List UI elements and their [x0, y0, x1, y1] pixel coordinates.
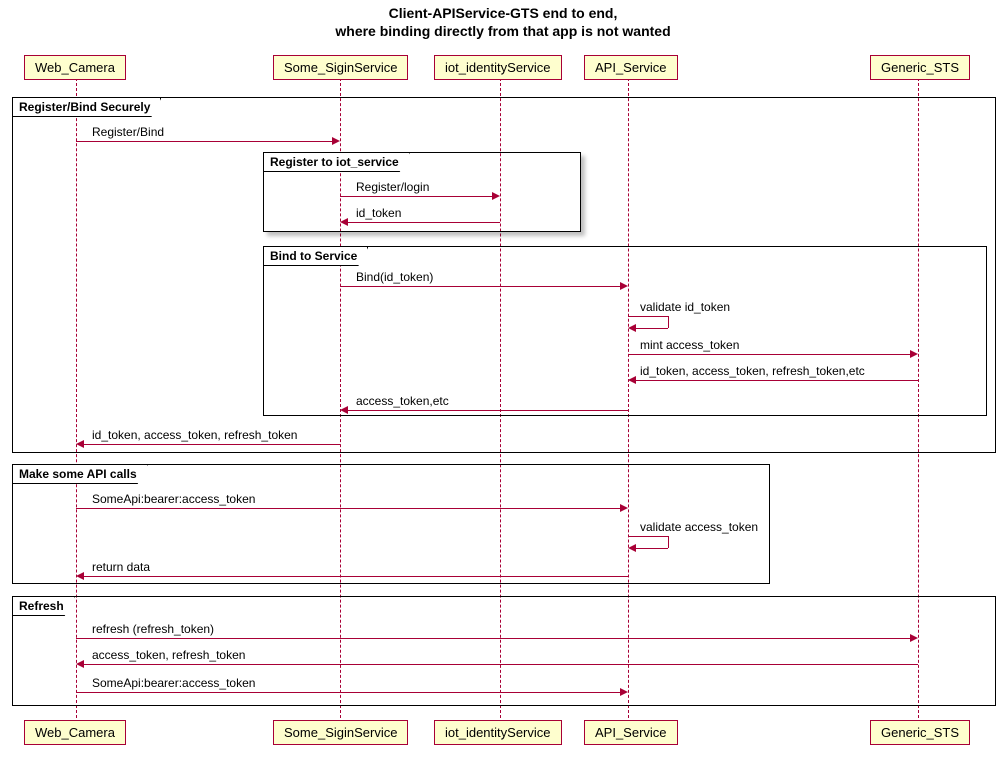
group-label-register-to-iot-service: Register to iot_service: [264, 153, 410, 172]
arrow-some-api-call-2: [76, 692, 620, 693]
group-label-bind-to-service: Bind to Service: [264, 247, 368, 266]
arrowhead-validate-id-token: [628, 324, 636, 332]
participant-iot-identityservice-top: iot_identityService: [434, 55, 562, 80]
arrowhead-mint-access-token: [910, 350, 918, 358]
title-line-1: Client-APIService-GTS end to end,: [389, 5, 618, 21]
arrowhead-return-data: [76, 572, 84, 580]
participant-some-siginservice-bottom: Some_SiginService: [273, 720, 408, 745]
arrow-register-bind: [76, 141, 332, 142]
arrowhead-id-token: [340, 218, 348, 226]
msg-refresh: refresh (refresh_token): [92, 622, 214, 636]
arrow-validate-access-token-out: [628, 536, 668, 537]
participant-iot-identityservice-bottom: iot_identityService: [434, 720, 562, 745]
arrow-refresh-tokens: [84, 664, 918, 665]
participant-api-service-top: API_Service: [584, 55, 678, 80]
msg-some-api-call-2: SomeApi:bearer:access_token: [92, 676, 255, 690]
msg-return-data: return data: [92, 560, 150, 574]
participant-generic-sts-top: Generic_STS: [870, 55, 970, 80]
msg-tokens-to-camera: id_token, access_token, refresh_token: [92, 428, 297, 442]
arrowhead-validate-access-token: [628, 544, 636, 552]
sequence-diagram: Client-APIService-GTS end to end, where …: [0, 0, 1006, 762]
arrowhead-tokens-to-camera: [76, 440, 84, 448]
arrow-register-login: [340, 196, 492, 197]
arrowhead-refresh: [910, 634, 918, 642]
participant-api-service-bottom: API_Service: [584, 720, 678, 745]
arrowhead-some-api-call-2: [620, 688, 628, 696]
group-label-refresh: Refresh: [13, 597, 75, 616]
msg-validate-id-token: validate id_token: [640, 300, 730, 314]
msg-register-login: Register/login: [356, 180, 429, 194]
arrow-validate-id-token-v: [668, 316, 669, 328]
msg-register-bind: Register/Bind: [92, 125, 164, 139]
arrow-access-token-etc: [348, 410, 628, 411]
group-label-register-bind-securely: Register/Bind Securely: [13, 98, 161, 117]
arrow-bind-id-token: [340, 286, 620, 287]
participant-generic-sts-bottom: Generic_STS: [870, 720, 970, 745]
arrowhead-tokens-from-sts: [628, 376, 636, 384]
arrow-mint-access-token: [628, 354, 910, 355]
arrowhead-access-token-etc: [340, 406, 348, 414]
participant-some-siginservice-top: Some_SiginService: [273, 55, 408, 80]
msg-refresh-tokens: access_token, refresh_token: [92, 648, 245, 662]
arrow-tokens-to-camera: [84, 444, 340, 445]
arrow-validate-access-token-back: [636, 548, 668, 549]
arrowhead-register-login: [492, 192, 500, 200]
diagram-title: Client-APIService-GTS end to end, where …: [0, 4, 1006, 40]
arrow-refresh: [76, 638, 910, 639]
arrow-id-token: [348, 222, 500, 223]
arrow-validate-id-token-out: [628, 316, 668, 317]
arrow-validate-access-token-v: [668, 536, 669, 548]
msg-bind-id-token: Bind(id_token): [356, 270, 433, 284]
msg-validate-access-token: validate access_token: [640, 520, 758, 534]
group-label-make-api-calls: Make some API calls: [13, 465, 148, 484]
msg-access-token-etc: access_token,etc: [356, 394, 449, 408]
msg-tokens-from-sts: id_token, access_token, refresh_token,et…: [640, 364, 865, 378]
participant-web-camera-bottom: Web_Camera: [24, 720, 126, 745]
participant-web-camera-top: Web_Camera: [24, 55, 126, 80]
arrowhead-bind-id-token: [620, 282, 628, 290]
arrow-some-api-call: [76, 508, 620, 509]
msg-mint-access-token: mint access_token: [640, 338, 739, 352]
arrow-return-data: [84, 576, 628, 577]
arrowhead-some-api-call: [620, 504, 628, 512]
msg-id-token: id_token: [356, 206, 401, 220]
arrowhead-register-bind: [332, 137, 340, 145]
arrow-tokens-from-sts: [636, 380, 918, 381]
arrow-validate-id-token-back: [636, 328, 668, 329]
arrowhead-refresh-tokens: [76, 660, 84, 668]
title-line-2: where binding directly from that app is …: [335, 23, 670, 39]
msg-some-api-call: SomeApi:bearer:access_token: [92, 492, 255, 506]
